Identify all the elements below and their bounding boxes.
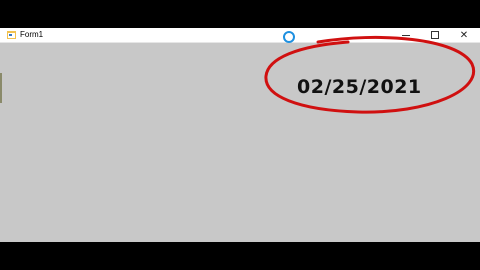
form-app-icon (7, 31, 16, 39)
client-edge-mark (0, 73, 2, 103)
window-title: Form1 (20, 30, 44, 39)
form-window: Form1 ✕ 02/25/2021 (0, 28, 480, 242)
red-highlight-ellipse (264, 35, 476, 114)
